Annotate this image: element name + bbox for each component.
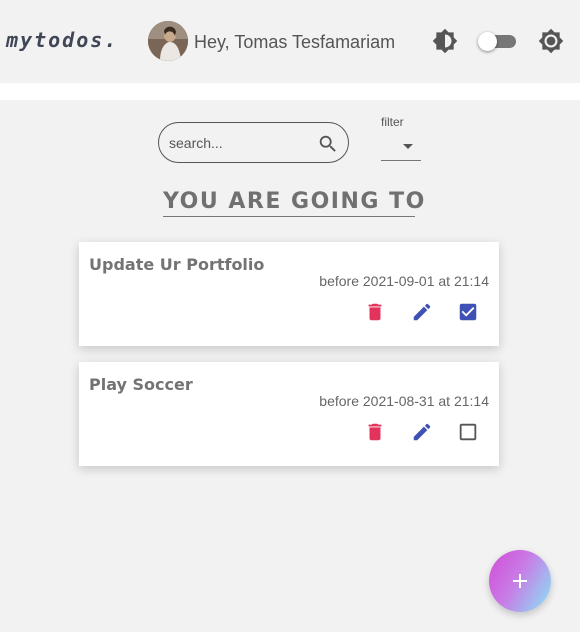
- todo-due-date: before 2021-09-01 at 21:14: [319, 273, 489, 289]
- settings-icon[interactable]: [538, 28, 564, 54]
- search-box[interactable]: [158, 122, 349, 163]
- edit-icon[interactable]: [411, 421, 433, 443]
- edit-icon[interactable]: [411, 301, 433, 323]
- app-logo[interactable]: mytodos.: [6, 28, 118, 52]
- todo-title: Play Soccer: [89, 375, 193, 394]
- chevron-down-icon: [403, 144, 413, 149]
- checkbox-checked-icon[interactable]: [457, 301, 479, 323]
- theme-toggle[interactable]: [478, 32, 516, 51]
- section-title: YOU ARE GOING TO: [163, 189, 424, 217]
- delete-icon[interactable]: [364, 421, 386, 443]
- toggle-knob: [478, 32, 497, 51]
- add-todo-button[interactable]: [489, 550, 551, 612]
- todo-card: Update Ur Portfolio before 2021-09-01 at…: [79, 242, 499, 346]
- todo-due-date: before 2021-08-31 at 21:14: [319, 393, 489, 409]
- search-icon[interactable]: [317, 133, 339, 155]
- delete-icon[interactable]: [364, 301, 386, 323]
- filter-label: filter: [381, 115, 404, 129]
- checkbox-unchecked-icon[interactable]: [457, 421, 479, 443]
- todo-card: Play Soccer before 2021-08-31 at 21:14: [79, 362, 499, 466]
- plus-icon: [513, 574, 527, 588]
- filter-select[interactable]: [381, 132, 421, 161]
- brightness-icon[interactable]: [432, 28, 458, 54]
- greeting-text: Hey, Tomas Tesfamariam: [194, 32, 396, 52]
- avatar[interactable]: [148, 21, 188, 61]
- app-header: mytodos. Hey, Tomas Tesfamariam: [0, 0, 580, 83]
- todo-title: Update Ur Portfolio: [89, 255, 265, 274]
- header-divider: [0, 83, 580, 100]
- search-input[interactable]: [169, 133, 309, 153]
